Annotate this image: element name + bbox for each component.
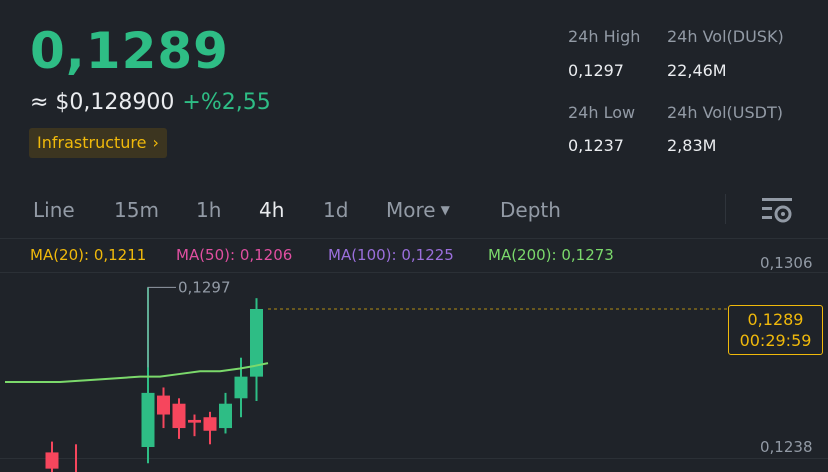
candle-down: [172, 403, 186, 429]
chevron-right-icon: ›: [152, 133, 159, 152]
settings-icon: [762, 198, 792, 223]
category-tag[interactable]: Infrastructure ›: [29, 128, 167, 158]
ma200-label: MA(200): 0,1273: [488, 246, 614, 264]
tab-divider: [725, 194, 726, 224]
candle-up: [141, 392, 155, 447]
change-percent: +%2,55: [182, 90, 271, 115]
high-marker-label: 0,1297: [178, 278, 231, 296]
ma50-label: MA(50): 0,1206: [176, 246, 293, 264]
stat-low-label: 24h Low: [568, 103, 636, 122]
tab-depth[interactable]: Depth: [500, 198, 561, 222]
stat-vol-dusk-label: 24h Vol(DUSK): [667, 27, 784, 46]
ma100-label: MA(100): 0,1225: [328, 246, 454, 264]
interval-tabs: Line 15m 1h 4h 1d More ▼ Depth: [0, 194, 828, 230]
candle-down: [157, 395, 170, 415]
candle-up: [234, 376, 248, 399]
ma20-label: MA(20): 0,1211: [30, 246, 147, 264]
stat-vol-usdt-label: 24h Vol(USDT): [667, 103, 783, 122]
high-marker-line: [147, 286, 176, 368]
candle-down: [45, 452, 59, 469]
stat-vol-dusk-value: 22,46M: [667, 61, 727, 80]
candle-countdown: 00:29:59: [739, 331, 812, 350]
ma-line: [5, 362, 269, 384]
candle-down: [188, 419, 201, 423]
usd-value: ≈ $0,128900: [30, 90, 175, 115]
category-tag-label: Infrastructure: [37, 133, 147, 152]
tab-line[interactable]: Line: [33, 198, 75, 222]
candle-down: [203, 417, 217, 431]
tab-1h[interactable]: 1h: [196, 198, 221, 222]
stat-low-value: 0,1237: [568, 136, 624, 155]
stat-vol-usdt-value: 2,83M: [667, 136, 717, 155]
tab-more-label: More: [386, 198, 436, 222]
current-price-value: 0,1289: [747, 310, 804, 329]
candlestick-chart[interactable]: 0,1297: [0, 270, 828, 472]
caret-down-icon: ▼: [440, 203, 450, 217]
current-price-tag: 0,1289 00:29:59: [728, 305, 823, 355]
tab-more[interactable]: More ▼: [386, 198, 450, 222]
tab-4h[interactable]: 4h: [259, 198, 284, 222]
candle-up: [219, 403, 232, 429]
tab-15m[interactable]: 15m: [114, 198, 159, 222]
chart-settings-button[interactable]: [760, 194, 794, 233]
last-price: 0,1289: [30, 22, 229, 80]
stat-high-label: 24h High: [568, 27, 641, 46]
stat-high-value: 0,1297: [568, 61, 624, 80]
price-subline: ≈ $0,128900 +%2,55: [30, 90, 271, 115]
tab-1d[interactable]: 1d: [323, 198, 348, 222]
grid-line: [0, 238, 828, 239]
